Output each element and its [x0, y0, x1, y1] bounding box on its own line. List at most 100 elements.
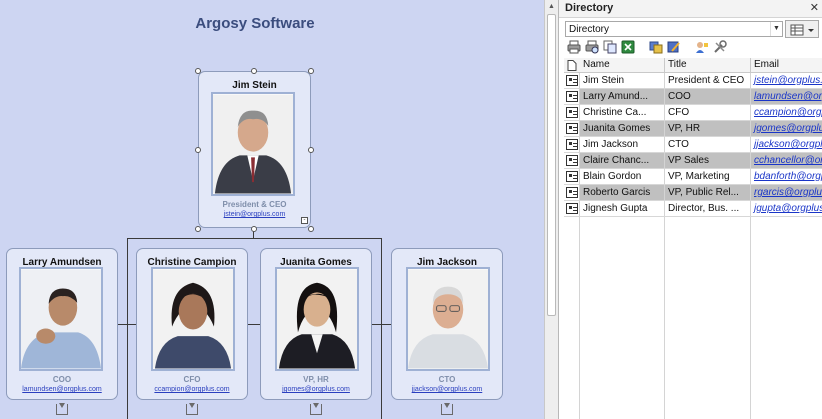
table-row[interactable]: Jim Stein President & CEO jstein@orgplus… [564, 73, 822, 89]
directory-select[interactable]: Directory ▼ [565, 21, 783, 37]
row-title: VP Sales [665, 153, 750, 168]
table-row[interactable]: Christine Ca... CFO ccampion@orgplus.com [564, 105, 822, 121]
selection-handle[interactable] [308, 226, 314, 232]
selection-handle[interactable] [308, 68, 314, 74]
vertical-scrollbar[interactable]: ▲ [544, 0, 558, 419]
card-email-link[interactable]: jstein@orgplus.com [199, 211, 310, 218]
column-header-name[interactable]: Name [583, 59, 610, 70]
contact-card-icon [566, 203, 578, 214]
connector-line [381, 238, 382, 419]
collapse-icon[interactable]: - [301, 217, 308, 224]
row-email-link[interactable]: rgarcis@orgplus.com [751, 185, 822, 200]
row-email-link[interactable]: bdanforth@orgplus.com [751, 169, 822, 184]
edit-icon[interactable] [667, 40, 681, 54]
row-title: CTO [668, 139, 689, 150]
card-email-link[interactable]: ccampion@orgplus.com [137, 386, 247, 393]
connector-line [116, 324, 136, 325]
app-window: Argosy Software Jim Stein President & CE… [0, 0, 822, 419]
row-email-link[interactable]: cchancellor@orgplus.com [751, 153, 822, 168]
selection-handle[interactable] [195, 147, 201, 153]
org-card-root[interactable]: Jim Stein President & CEO jstein@orgplus… [198, 71, 311, 228]
row-name: Roberto Garcis [580, 185, 664, 200]
document-icon [567, 60, 577, 71]
row-email-link[interactable]: jgupta@orgplus.com [751, 201, 822, 216]
table-row[interactable]: Claire Chanc... VP Sales cchancellor@org… [564, 153, 822, 169]
org-card[interactable]: Jim Jackson CTO jjackson@orgplus.com [391, 248, 503, 400]
row-title: VP, Public Rel... [665, 185, 750, 200]
row-title: COO [665, 89, 750, 104]
grid-view-icon [790, 24, 814, 36]
column-divider[interactable] [664, 58, 665, 73]
directory-toolbar [565, 40, 817, 56]
org-card[interactable]: Juanita Gomes VP, HR jgomes@orgplus.com [260, 248, 372, 400]
table-row[interactable]: Roberto Garcis VP, Public Rel... rgarcis… [564, 185, 822, 201]
view-options-button[interactable] [785, 20, 819, 38]
table-row[interactable]: Jignesh Gupta Director, Bus. ... jgupta@… [564, 201, 822, 217]
card-email-link[interactable]: lamundsen@orgplus.com [7, 386, 117, 393]
row-email-link[interactable]: lamundsen@orgplus.com [751, 89, 822, 104]
contact-card-icon [566, 107, 578, 118]
row-title: CFO [668, 107, 690, 118]
row-email-link[interactable]: jgomes@orgplus.com [751, 121, 822, 136]
table-row[interactable]: Larry Amund... COO lamundsen@orgplus.com [564, 89, 822, 105]
portrait-photo [275, 267, 359, 371]
panel-title: Directory [565, 2, 614, 14]
panel-header: Directory ✕ [559, 0, 822, 18]
directory-grid: Name Title Email Jim Stein President & C… [564, 58, 822, 419]
chevron-down-icon[interactable]: ▼ [770, 22, 782, 36]
row-title: VP, Marketing [668, 171, 730, 182]
row-email-link[interactable]: ccampion@orgplus.com [751, 105, 822, 120]
row-name: Claire Chanc... [580, 153, 664, 168]
export-excel-icon[interactable] [621, 40, 635, 54]
sync-icon[interactable] [649, 40, 663, 54]
contact-card-icon [566, 171, 578, 182]
selection-handle[interactable] [195, 68, 201, 74]
expand-icon[interactable] [186, 403, 198, 415]
directory-panel: Directory ✕ Directory ▼ Name Title Email… [558, 0, 822, 419]
tools-icon[interactable] [713, 40, 727, 54]
chart-title: Argosy Software [195, 15, 315, 32]
row-email-link[interactable]: jstein@orgplus.com [751, 73, 822, 88]
scroll-up-icon[interactable]: ▲ [547, 2, 556, 11]
selection-handle[interactable] [251, 68, 257, 74]
portrait-photo [211, 92, 295, 196]
connector-line [127, 238, 382, 239]
table-row[interactable]: Juanita Gomes VP, HR jgomes@orgplus.com [564, 121, 822, 137]
contact-card-icon [566, 123, 578, 134]
contact-card-icon [566, 187, 578, 198]
connector-line [372, 324, 392, 325]
card-role: CFO [183, 375, 201, 384]
card-name: Jim Stein [232, 80, 277, 91]
org-card[interactable]: Larry Amundsen COO lamundsen@orgplus.com [6, 248, 118, 400]
selection-handle[interactable] [195, 226, 201, 232]
print-icon[interactable] [567, 40, 581, 54]
directory-select-value: Directory [569, 24, 610, 35]
row-name: Blain Gordon [583, 171, 642, 182]
expand-icon[interactable] [56, 403, 68, 415]
expand-icon[interactable] [441, 403, 453, 415]
scrollbar-thumb[interactable] [547, 14, 556, 316]
selection-handle[interactable] [251, 226, 257, 232]
column-divider[interactable] [750, 58, 751, 73]
copy-icon[interactable] [603, 40, 617, 54]
column-header-email[interactable]: Email [754, 59, 779, 70]
print-preview-icon[interactable] [585, 40, 599, 54]
add-person-icon[interactable] [695, 40, 709, 54]
row-title: President & CEO [668, 75, 745, 86]
expand-icon[interactable] [310, 403, 322, 415]
row-name: Jignesh Gupta [583, 203, 648, 214]
card-role: COO [52, 375, 72, 384]
org-card[interactable]: Christine Campion CFO ccampion@orgplus.c… [136, 248, 248, 400]
card-email-link[interactable]: jgomes@orgplus.com [261, 386, 371, 393]
card-email-link[interactable]: jjackson@orgplus.com [392, 386, 502, 393]
close-icon[interactable]: ✕ [810, 1, 819, 14]
selection-handle[interactable] [308, 147, 314, 153]
column-header-title[interactable]: Title [668, 59, 687, 70]
row-name: Jim Jackson [583, 139, 639, 150]
org-chart-canvas[interactable]: Argosy Software Jim Stein President & CE… [0, 0, 544, 419]
row-email-link[interactable]: jjackson@orgplus.com [751, 137, 822, 152]
row-name: Larry Amund... [580, 89, 664, 104]
row-title: VP, HR [665, 121, 750, 136]
table-row[interactable]: Jim Jackson CTO jjackson@orgplus.com [564, 137, 822, 153]
table-row[interactable]: Blain Gordon VP, Marketing bdanforth@org… [564, 169, 822, 185]
